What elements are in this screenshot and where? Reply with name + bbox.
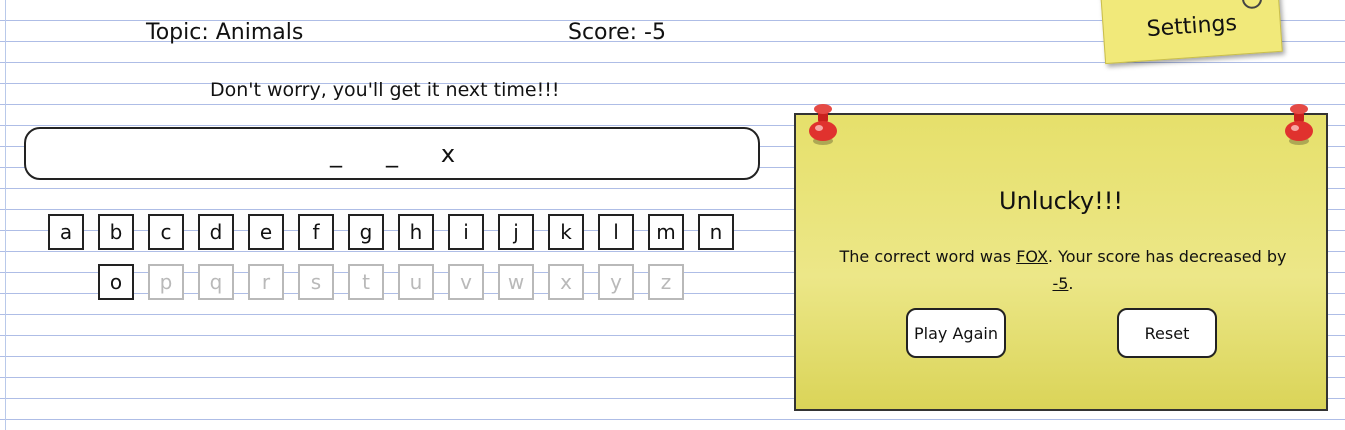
letter-key-x: x bbox=[548, 264, 584, 300]
result-popup: Unlucky!!! The correct word was FOX. You… bbox=[794, 104, 1328, 411]
popup-text-end: . bbox=[1068, 274, 1074, 293]
letter-key-p: p bbox=[148, 264, 184, 300]
word-letter-slot: _ bbox=[386, 139, 398, 168]
letter-key-b[interactable]: b bbox=[98, 214, 134, 250]
word-display: _ _ x bbox=[24, 127, 760, 180]
score-penalty: -5 bbox=[1052, 274, 1069, 293]
topic-label: Topic: Animals bbox=[146, 20, 304, 45]
letter-key-o[interactable]: o bbox=[98, 264, 134, 300]
letter-key-k[interactable]: k bbox=[548, 214, 584, 250]
letter-key-s: s bbox=[298, 264, 334, 300]
letter-key-m[interactable]: m bbox=[648, 214, 684, 250]
letter-key-v: v bbox=[448, 264, 484, 300]
play-again-button[interactable]: Play Again bbox=[906, 308, 1006, 358]
popup-title: Unlucky!!! bbox=[999, 187, 1123, 215]
gear-icon bbox=[1241, 0, 1263, 10]
pushpin-icon bbox=[1285, 104, 1313, 145]
letter-key-j[interactable]: j bbox=[498, 214, 534, 250]
popup-result-text: The correct word was FOX. Your score has… bbox=[836, 243, 1290, 297]
popup-text-middle: . Your score has decreased by bbox=[1047, 247, 1287, 266]
feedback-message: Don't worry, you'll get it next time!!! bbox=[210, 79, 560, 101]
letter-key-w: w bbox=[498, 264, 534, 300]
letter-key-h[interactable]: h bbox=[398, 214, 434, 250]
correct-word: FOX bbox=[1016, 247, 1048, 266]
score-label: Score: -5 bbox=[568, 20, 666, 45]
letter-keyboard: abcdefghijklmnopqrstuvwxyz bbox=[0, 0, 760, 430]
popup-text-before: The correct word was bbox=[839, 247, 1017, 266]
letter-key-f[interactable]: f bbox=[298, 214, 334, 250]
pushpin-icon bbox=[809, 104, 837, 145]
letter-key-t: t bbox=[348, 264, 384, 300]
letter-key-u: u bbox=[398, 264, 434, 300]
letter-key-c[interactable]: c bbox=[148, 214, 184, 250]
word-letter-slot: _ bbox=[330, 139, 342, 168]
letter-key-z: z bbox=[648, 264, 684, 300]
letter-key-n[interactable]: n bbox=[698, 214, 734, 250]
settings-button[interactable]: Settings bbox=[1099, 0, 1283, 65]
letter-key-a[interactable]: a bbox=[48, 214, 84, 250]
letter-key-q: q bbox=[198, 264, 234, 300]
settings-label: Settings bbox=[1145, 10, 1238, 43]
letter-key-e[interactable]: e bbox=[248, 214, 284, 250]
letter-key-i[interactable]: i bbox=[448, 214, 484, 250]
letter-key-g[interactable]: g bbox=[348, 214, 384, 250]
letter-key-y: y bbox=[598, 264, 634, 300]
reset-button[interactable]: Reset bbox=[1117, 308, 1217, 358]
letter-key-d[interactable]: d bbox=[198, 214, 234, 250]
word-letter-slot: x bbox=[440, 139, 456, 168]
letter-key-r: r bbox=[248, 264, 284, 300]
letter-key-l[interactable]: l bbox=[598, 214, 634, 250]
